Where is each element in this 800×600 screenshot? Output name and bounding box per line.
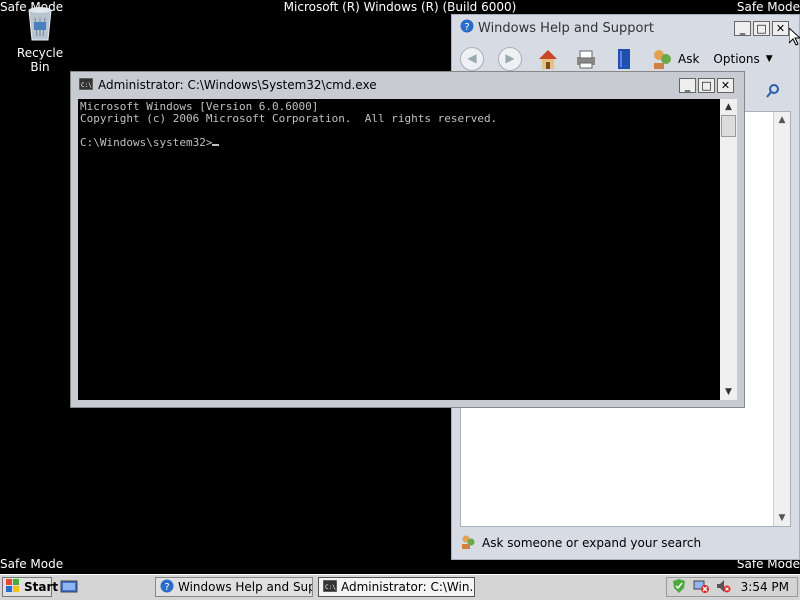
build-banner: Microsoft (R) Windows (R) (Build 6000) bbox=[283, 0, 517, 14]
windows-logo-icon bbox=[6, 578, 20, 596]
help-icon: ? bbox=[460, 19, 474, 37]
help-status-bar[interactable]: Ask someone or expand your search bbox=[460, 531, 799, 555]
help-status-text[interactable]: Ask someone or expand your search bbox=[482, 536, 701, 550]
start-label: Start bbox=[24, 580, 59, 594]
mouse-pointer-icon bbox=[788, 26, 800, 49]
help-maximize-button[interactable]: □ bbox=[753, 21, 770, 36]
svg-text:?: ? bbox=[164, 582, 169, 593]
help-window-title: Windows Help and Support bbox=[478, 20, 654, 36]
forward-button[interactable]: ▶ bbox=[498, 47, 522, 71]
help-minimize-button[interactable]: _ bbox=[734, 21, 751, 36]
cmd-window-title: Administrator: C:\Windows\System32\cmd.e… bbox=[98, 78, 377, 92]
cmd-scroll-thumb[interactable] bbox=[721, 115, 736, 137]
home-icon[interactable] bbox=[536, 47, 560, 71]
recycle-bin-label: Recycle Bin bbox=[16, 46, 64, 74]
security-center-icon[interactable] bbox=[671, 578, 687, 597]
volume-muted-icon[interactable] bbox=[715, 578, 731, 597]
network-disconnected-icon[interactable] bbox=[693, 578, 709, 597]
console-output[interactable]: Microsoft Windows [Version 6.0.6000] Copy… bbox=[78, 99, 720, 400]
help-scroll-up-icon[interactable]: ▲ bbox=[774, 112, 790, 128]
taskbar-item-cmd[interactable]: C:\ Administrator: C:\Win... bbox=[318, 577, 475, 597]
svg-text:C:\: C:\ bbox=[325, 584, 336, 591]
help-scrollbar[interactable]: ▲ ▼ bbox=[773, 112, 790, 526]
cmd-icon: C:\ bbox=[322, 579, 338, 595]
svg-text:C:\: C:\ bbox=[81, 82, 92, 89]
show-desktop-icon[interactable] bbox=[60, 579, 78, 598]
print-icon[interactable] bbox=[574, 47, 598, 71]
system-tray: 3:54 PM bbox=[666, 577, 798, 597]
options-label: Options bbox=[713, 52, 760, 66]
start-button[interactable]: Start bbox=[2, 577, 58, 597]
cmd-minimize-button[interactable]: _ bbox=[679, 78, 696, 93]
console-prompt-line: C:\Windows\system32> bbox=[80, 137, 718, 149]
taskbar-item-help[interactable]: ? Windows Help and Sup... bbox=[155, 577, 313, 597]
search-icon[interactable] bbox=[765, 83, 781, 102]
help-scroll-down-icon[interactable]: ▼ bbox=[774, 510, 790, 526]
chevron-down-icon: ▼ bbox=[765, 54, 773, 64]
ask-people-icon bbox=[460, 534, 476, 553]
cmd-close-button[interactable]: ✕ bbox=[717, 78, 734, 93]
console-line: Copyright (c) 2006 Microsoft Corporation… bbox=[80, 112, 498, 125]
clock[interactable]: 3:54 PM bbox=[741, 580, 797, 594]
safe-mode-label-bottom-left: Safe Mode bbox=[0, 557, 64, 571]
cmd-titlebar[interactable]: C:\ Administrator: C:\Windows\System32\c… bbox=[71, 72, 744, 98]
cmd-scrollbar[interactable]: ▲ ▼ bbox=[720, 99, 737, 400]
cmd-window[interactable]: C:\ Administrator: C:\Windows\System32\c… bbox=[70, 71, 745, 408]
back-button[interactable]: ◀ bbox=[460, 47, 484, 71]
safe-mode-label-top-right: Safe Mode bbox=[736, 0, 800, 14]
taskbar-item-label: Windows Help and Sup... bbox=[178, 580, 313, 594]
taskbar-item-label: Administrator: C:\Win... bbox=[341, 580, 475, 594]
help-icon: ? bbox=[160, 579, 174, 596]
ask-icon[interactable] bbox=[650, 47, 674, 71]
text-cursor bbox=[212, 144, 220, 146]
svg-text:?: ? bbox=[464, 22, 469, 33]
cmd-maximize-button[interactable]: □ bbox=[698, 78, 715, 93]
browse-help-icon[interactable] bbox=[612, 47, 636, 71]
recycle-bin-icon bbox=[25, 4, 55, 42]
ask-label[interactable]: Ask bbox=[678, 52, 699, 66]
help-close-button[interactable]: ✕ bbox=[772, 21, 789, 36]
taskbar: Start ? Windows Help and Sup... C:\ Admi… bbox=[0, 574, 800, 600]
options-menu[interactable]: Options ▼ bbox=[713, 52, 772, 66]
cmd-icon: C:\ bbox=[78, 77, 94, 93]
console-prompt: C:\Windows\system32> bbox=[80, 136, 213, 149]
recycle-bin[interactable]: Recycle Bin bbox=[6, 4, 74, 74]
cmd-scroll-up-icon[interactable]: ▲ bbox=[720, 99, 737, 115]
cmd-scroll-down-icon[interactable]: ▼ bbox=[720, 384, 737, 400]
